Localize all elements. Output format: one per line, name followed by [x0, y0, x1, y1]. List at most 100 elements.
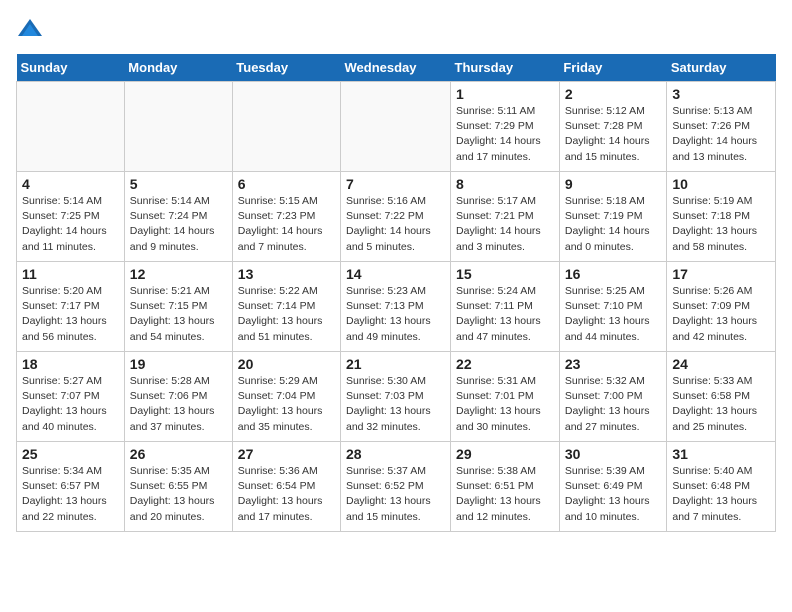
day-number: 27 — [238, 446, 335, 462]
weekday-header-row: SundayMondayTuesdayWednesdayThursdayFrid… — [17, 54, 776, 82]
day-number: 15 — [456, 266, 554, 282]
day-info: Sunrise: 5:13 AM Sunset: 7:26 PM Dayligh… — [672, 104, 770, 165]
day-cell: 23 Sunrise: 5:32 AM Sunset: 7:00 PM Dayli… — [559, 352, 667, 442]
day-cell: 2 Sunrise: 5:12 AM Sunset: 7:28 PM Daylig… — [559, 82, 667, 172]
week-row-3: 11 Sunrise: 5:20 AM Sunset: 7:17 PM Dayli… — [17, 262, 776, 352]
weekday-header-wednesday: Wednesday — [341, 54, 451, 82]
day-cell: 6 Sunrise: 5:15 AM Sunset: 7:23 PM Daylig… — [232, 172, 340, 262]
day-info: Sunrise: 5:37 AM Sunset: 6:52 PM Dayligh… — [346, 464, 445, 525]
day-number: 12 — [130, 266, 227, 282]
day-info: Sunrise: 5:14 AM Sunset: 7:24 PM Dayligh… — [130, 194, 227, 255]
day-number: 11 — [22, 266, 119, 282]
day-info: Sunrise: 5:26 AM Sunset: 7:09 PM Dayligh… — [672, 284, 770, 345]
day-cell: 19 Sunrise: 5:28 AM Sunset: 7:06 PM Dayli… — [124, 352, 232, 442]
day-cell: 22Sunrise: 5:31 AM Sunset: 7:01 PM Dayli… — [451, 352, 560, 442]
weekday-header-friday: Friday — [559, 54, 667, 82]
day-info: Sunrise: 5:12 AM Sunset: 7:28 PM Dayligh… — [565, 104, 662, 165]
day-info: Sunrise: 5:34 AM Sunset: 6:57 PM Dayligh… — [22, 464, 119, 525]
day-cell: 3 Sunrise: 5:13 AM Sunset: 7:26 PM Daylig… — [667, 82, 776, 172]
day-cell: 20Sunrise: 5:29 AM Sunset: 7:04 PM Dayli… — [232, 352, 340, 442]
day-number: 28 — [346, 446, 445, 462]
day-cell: 18Sunrise: 5:27 AM Sunset: 7:07 PM Dayli… — [17, 352, 125, 442]
day-number: 29 — [456, 446, 554, 462]
day-number: 1 — [456, 86, 554, 102]
logo — [16, 16, 48, 44]
day-number: 22 — [456, 356, 554, 372]
day-number: 21 — [346, 356, 445, 372]
day-number: 8 — [456, 176, 554, 192]
day-cell: 25 Sunrise: 5:34 AM Sunset: 6:57 PM Dayli… — [17, 442, 125, 532]
day-cell: 30Sunrise: 5:39 AM Sunset: 6:49 PM Dayli… — [559, 442, 667, 532]
day-info: Sunrise: 5:25 AM Sunset: 7:10 PM Dayligh… — [565, 284, 662, 345]
weekday-header-tuesday: Tuesday — [232, 54, 340, 82]
day-number: 24 — [672, 356, 770, 372]
weekday-header-thursday: Thursday — [451, 54, 560, 82]
day-info: Sunrise: 5:30 AM Sunset: 7:03 PM Dayligh… — [346, 374, 445, 435]
day-info: Sunrise: 5:17 AM Sunset: 7:21 PM Dayligh… — [456, 194, 554, 255]
day-info: Sunrise: 5:27 AM Sunset: 7:07 PM Dayligh… — [22, 374, 119, 435]
day-info: Sunrise: 5:15 AM Sunset: 7:23 PM Dayligh… — [238, 194, 335, 255]
day-info: Sunrise: 5:33 AM Sunset: 6:58 PM Dayligh… — [672, 374, 770, 435]
day-cell: 4Sunrise: 5:14 AM Sunset: 7:25 PM Daylig… — [17, 172, 125, 262]
day-number: 2 — [565, 86, 662, 102]
day-info: Sunrise: 5:21 AM Sunset: 7:15 PM Dayligh… — [130, 284, 227, 345]
day-cell: 12 Sunrise: 5:21 AM Sunset: 7:15 PM Dayli… — [124, 262, 232, 352]
week-row-1: 1 Sunrise: 5:11 AM Sunset: 7:29 PM Daylig… — [17, 82, 776, 172]
day-cell: 9Sunrise: 5:18 AM Sunset: 7:19 PM Daylig… — [559, 172, 667, 262]
week-row-5: 25 Sunrise: 5:34 AM Sunset: 6:57 PM Dayli… — [17, 442, 776, 532]
day-info: Sunrise: 5:38 AM Sunset: 6:51 PM Dayligh… — [456, 464, 554, 525]
week-row-2: 4Sunrise: 5:14 AM Sunset: 7:25 PM Daylig… — [17, 172, 776, 262]
day-number: 14 — [346, 266, 445, 282]
day-info: Sunrise: 5:35 AM Sunset: 6:55 PM Dayligh… — [130, 464, 227, 525]
day-info: Sunrise: 5:20 AM Sunset: 7:17 PM Dayligh… — [22, 284, 119, 345]
day-number: 25 — [22, 446, 119, 462]
day-info: Sunrise: 5:40 AM Sunset: 6:48 PM Dayligh… — [672, 464, 770, 525]
week-row-4: 18Sunrise: 5:27 AM Sunset: 7:07 PM Dayli… — [17, 352, 776, 442]
day-info: Sunrise: 5:28 AM Sunset: 7:06 PM Dayligh… — [130, 374, 227, 435]
day-cell: 24 Sunrise: 5:33 AM Sunset: 6:58 PM Dayli… — [667, 352, 776, 442]
day-number: 7 — [346, 176, 445, 192]
day-info: Sunrise: 5:36 AM Sunset: 6:54 PM Dayligh… — [238, 464, 335, 525]
day-cell: 13 Sunrise: 5:22 AM Sunset: 7:14 PM Dayli… — [232, 262, 340, 352]
weekday-header-monday: Monday — [124, 54, 232, 82]
day-number: 6 — [238, 176, 335, 192]
day-cell: 5 Sunrise: 5:14 AM Sunset: 7:24 PM Daylig… — [124, 172, 232, 262]
day-info: Sunrise: 5:19 AM Sunset: 7:18 PM Dayligh… — [672, 194, 770, 255]
day-number: 30 — [565, 446, 662, 462]
day-info: Sunrise: 5:11 AM Sunset: 7:29 PM Dayligh… — [456, 104, 554, 165]
day-number: 19 — [130, 356, 227, 372]
day-number: 3 — [672, 86, 770, 102]
day-cell: 29 Sunrise: 5:38 AM Sunset: 6:51 PM Dayli… — [451, 442, 560, 532]
day-cell: 10Sunrise: 5:19 AM Sunset: 7:18 PM Dayli… — [667, 172, 776, 262]
weekday-header-saturday: Saturday — [667, 54, 776, 82]
day-cell: 7 Sunrise: 5:16 AM Sunset: 7:22 PM Daylig… — [341, 172, 451, 262]
day-cell — [341, 82, 451, 172]
day-number: 23 — [565, 356, 662, 372]
day-number: 4 — [22, 176, 119, 192]
day-info: Sunrise: 5:32 AM Sunset: 7:00 PM Dayligh… — [565, 374, 662, 435]
day-number: 16 — [565, 266, 662, 282]
day-cell: 1 Sunrise: 5:11 AM Sunset: 7:29 PM Daylig… — [451, 82, 560, 172]
day-cell: 21 Sunrise: 5:30 AM Sunset: 7:03 PM Dayli… — [341, 352, 451, 442]
day-cell: 27 Sunrise: 5:36 AM Sunset: 6:54 PM Dayli… — [232, 442, 340, 532]
day-info: Sunrise: 5:22 AM Sunset: 7:14 PM Dayligh… — [238, 284, 335, 345]
day-info: Sunrise: 5:16 AM Sunset: 7:22 PM Dayligh… — [346, 194, 445, 255]
day-cell: 15 Sunrise: 5:24 AM Sunset: 7:11 PM Dayli… — [451, 262, 560, 352]
day-cell: 26Sunrise: 5:35 AM Sunset: 6:55 PM Dayli… — [124, 442, 232, 532]
day-cell: 31Sunrise: 5:40 AM Sunset: 6:48 PM Dayli… — [667, 442, 776, 532]
day-number: 5 — [130, 176, 227, 192]
day-number: 13 — [238, 266, 335, 282]
day-info: Sunrise: 5:29 AM Sunset: 7:04 PM Dayligh… — [238, 374, 335, 435]
calendar-table: SundayMondayTuesdayWednesdayThursdayFrid… — [16, 54, 776, 532]
day-number: 9 — [565, 176, 662, 192]
page-header — [16, 16, 776, 44]
day-number: 17 — [672, 266, 770, 282]
day-cell — [124, 82, 232, 172]
day-cell — [232, 82, 340, 172]
day-info: Sunrise: 5:23 AM Sunset: 7:13 PM Dayligh… — [346, 284, 445, 345]
day-cell — [17, 82, 125, 172]
day-cell: 16 Sunrise: 5:25 AM Sunset: 7:10 PM Dayli… — [559, 262, 667, 352]
logo-icon — [16, 16, 44, 44]
day-cell: 11 Sunrise: 5:20 AM Sunset: 7:17 PM Dayli… — [17, 262, 125, 352]
day-info: Sunrise: 5:24 AM Sunset: 7:11 PM Dayligh… — [456, 284, 554, 345]
